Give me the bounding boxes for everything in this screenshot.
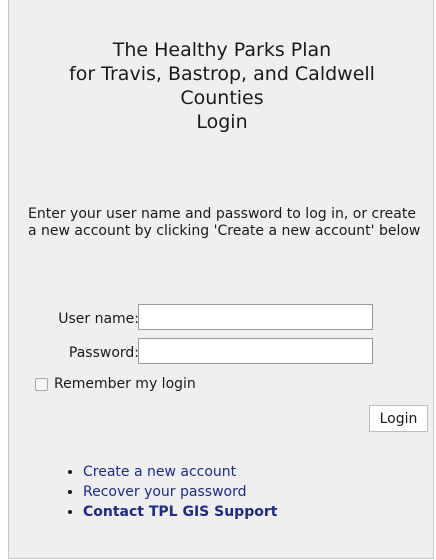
- password-label: Password:: [68, 345, 139, 361]
- list-item: Create a new account: [83, 462, 277, 482]
- remember-login-row[interactable]: Remember my login: [35, 376, 196, 392]
- title-line-3: Counties: [180, 87, 264, 109]
- username-label: User name:: [58, 311, 139, 327]
- login-panel: The Healthy Parks Plan for Travis, Bastr…: [8, 0, 434, 559]
- username-input[interactable]: [138, 304, 373, 330]
- login-button[interactable]: Login: [369, 405, 428, 432]
- recover-password-link[interactable]: Recover your password: [83, 484, 246, 500]
- account-links: Create a new account Recover your passwo…: [61, 462, 277, 522]
- contact-support-link[interactable]: Contact TPL GIS Support: [83, 504, 277, 520]
- remember-login-checkbox[interactable]: [35, 377, 48, 391]
- title-line-2: for Travis, Bastrop, and Caldwell: [69, 63, 375, 85]
- remember-login-label[interactable]: Remember my login: [54, 376, 196, 392]
- login-instructions: Enter your user name and password to log…: [28, 206, 421, 239]
- list-item: Recover your password: [83, 482, 277, 502]
- password-input[interactable]: [138, 338, 373, 364]
- page-title: The Healthy Parks Plan for Travis, Bastr…: [9, 38, 435, 134]
- title-line-4: Login: [196, 111, 248, 133]
- list-item: Contact TPL GIS Support: [83, 502, 277, 522]
- create-account-link[interactable]: Create a new account: [83, 464, 236, 480]
- title-line-1: The Healthy Parks Plan: [112, 39, 332, 61]
